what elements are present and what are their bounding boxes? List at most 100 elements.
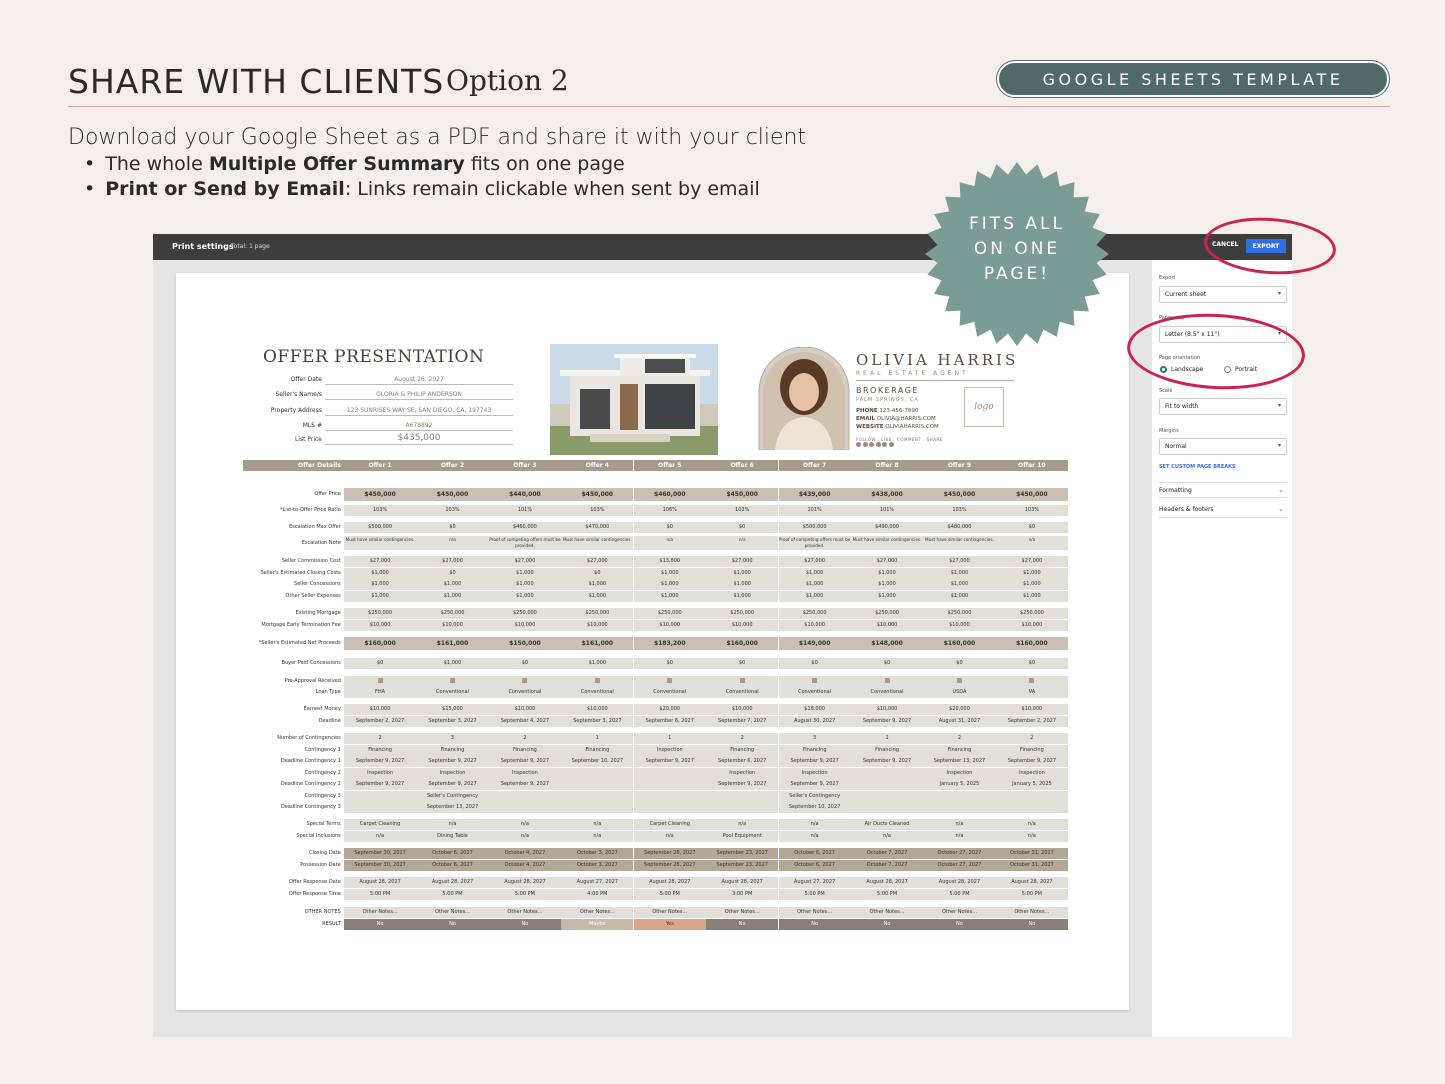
bullet-two: • Print or Send by Email: Links remain cl… — [84, 178, 760, 200]
table-cell: Conventional — [416, 687, 489, 698]
table-cell: $10,000 — [706, 620, 779, 631]
website-label: WEBSITE — [856, 424, 884, 430]
email-value[interactable]: OLIVIA@HARRIS.COM — [877, 416, 936, 422]
row-label: Contingency 3 — [304, 793, 341, 799]
table-cell: $250,000 — [706, 608, 779, 619]
table-cell: $1,000 — [416, 579, 489, 590]
table-cell: $150,000 — [488, 637, 562, 650]
phone-value: 123-456-7890 — [879, 408, 919, 414]
checkbox-checked-icon[interactable] — [812, 678, 818, 683]
headers-footers-section[interactable]: Headers & footers ⌄ — [1159, 502, 1287, 518]
table-cell: Seller's Contingency — [416, 791, 489, 802]
checkbox-checked-icon[interactable] — [450, 678, 455, 683]
table-cell: $161,000 — [561, 637, 634, 650]
table-cell — [706, 791, 779, 802]
table-cell: January 5, 2025 — [923, 779, 996, 790]
table-cell: $27,000 — [778, 556, 851, 567]
table-cell: $1,000 — [416, 658, 489, 669]
table-cell: $450,000 — [995, 488, 1068, 501]
table-cell: $450,000 — [923, 488, 996, 501]
table-cell: Other Notes... — [923, 907, 996, 918]
table-cell: Inspection — [416, 768, 489, 779]
checkbox-checked-icon[interactable] — [667, 678, 673, 683]
table-cell: $160,000 — [343, 637, 417, 650]
twitter-icon[interactable] — [869, 442, 874, 447]
table-cell: No — [995, 919, 1068, 930]
youtube-icon[interactable] — [882, 442, 887, 447]
table-cell: $13,800 — [633, 556, 706, 567]
table-cell: October 4, 2027 — [488, 848, 562, 859]
table-cell: $480,000 — [923, 522, 996, 533]
table-cell: No — [778, 919, 851, 930]
pinterest-icon[interactable] — [888, 442, 894, 447]
table-cell: VA — [995, 687, 1068, 698]
table-cell: Carpet Cleaning — [343, 819, 417, 830]
table-cell: $10,000 — [995, 704, 1068, 715]
table-cell: October 3, 2027 — [561, 860, 634, 871]
table-cell — [488, 676, 562, 687]
linkedin-icon[interactable] — [875, 442, 881, 447]
row-label: Other Seller Expenses — [285, 593, 341, 599]
row-label: *List-to-Offer Price Ratio — [279, 507, 341, 513]
offer-column-header: Offer 9 — [923, 460, 996, 471]
table-cell: September 28, 2027 — [633, 860, 706, 871]
checkbox-checked-icon[interactable] — [739, 678, 745, 683]
checkbox-checked-icon[interactable] — [594, 678, 600, 683]
table-cell: September 9, 2027 — [778, 756, 851, 767]
table-cell — [706, 676, 779, 687]
table-cell: October 6, 2027 — [778, 848, 851, 859]
instagram-icon[interactable] — [862, 442, 868, 447]
table-row: Loan Type FHA Conventional Conventional Conv… — [243, 687, 1068, 698]
bullet-one: • The whole Multiple Offer Summary fits o… — [84, 153, 625, 175]
formatting-section[interactable]: Formatting ⌄ — [1159, 482, 1287, 498]
export-select[interactable]: Current sheet — [1159, 286, 1287, 303]
offer-column-header: Offer 10 — [995, 460, 1068, 471]
checkbox-checked-icon[interactable] — [956, 678, 962, 683]
formatting-label: Formatting — [1159, 487, 1192, 494]
row-label: Contingency 1 — [304, 747, 341, 753]
table-cell: $10,000 — [850, 620, 924, 631]
table-cell — [923, 802, 996, 813]
table-cell: October 6, 2027 — [416, 848, 489, 859]
table-cell: Other Notes... — [343, 907, 417, 918]
table-cell: $27,000 — [706, 556, 779, 567]
facebook-icon[interactable] — [856, 442, 861, 447]
scale-select[interactable]: Fit to width — [1159, 398, 1287, 415]
table-row: Pre-Approval Received — [243, 676, 1068, 687]
checkbox-checked-icon[interactable] — [1029, 678, 1035, 683]
table-cell: September 13, 2027 — [923, 756, 996, 767]
table-row: Deadline September 2, 2027 September 3, 20… — [243, 716, 1068, 727]
checkbox-checked-icon[interactable] — [377, 678, 383, 683]
table-cell: $250,000 — [488, 608, 562, 619]
row-label: Deadline Contingency 3 — [280, 804, 341, 810]
offer-presentation-title: OFFER PRESENTATION — [263, 347, 485, 367]
table-cell: September 28, 2027 — [633, 848, 706, 859]
table-cell: September 7, 2027 — [706, 716, 779, 727]
table-row: Escalation Note Must have similar conting… — [243, 536, 1068, 550]
offer-column-header: Offer 3 — [488, 460, 562, 471]
field-value: GLORIA & PHILIP ANDERSON — [325, 391, 513, 400]
table-cell: August 28, 2027 — [850, 877, 924, 888]
agent-email: EMAIL OLIVIA@HARRIS.COM — [856, 416, 936, 422]
row-label: *Seller's Estimated Net Proceeds — [258, 640, 341, 646]
table-cell — [561, 768, 634, 779]
stamp-line-3: PAGE! — [983, 264, 1051, 284]
table-cell: September 2, 2027 — [343, 716, 417, 727]
checkbox-checked-icon[interactable] — [522, 678, 528, 683]
table-cell: September 9, 2027 — [633, 756, 706, 767]
table-cell: September 6, 2027 — [633, 716, 706, 727]
table-cell: 5:00 PM — [343, 889, 417, 900]
table-cell: $1,000 — [850, 591, 924, 602]
table-cell: $1,000 — [706, 579, 779, 590]
custom-page-breaks-link[interactable]: SET CUSTOM PAGE BREAKS — [1159, 464, 1236, 470]
field-value: $435,000 — [325, 433, 513, 445]
table-cell: October 6, 2027 — [778, 860, 851, 871]
page-headline: SHARE WITH CLIENTS — [68, 62, 445, 101]
row-label: Contingency 2 — [304, 770, 341, 776]
table-cell: $27,000 — [850, 556, 924, 567]
table-cell: 4:00 PM — [561, 889, 634, 900]
checkbox-checked-icon[interactable] — [884, 678, 890, 683]
margins-select[interactable]: Normal — [1159, 438, 1287, 455]
website-value[interactable]: OLIVIAHARRIS.COM — [885, 424, 938, 430]
bullet-two-post: : Links remain clickable when sent by em… — [344, 178, 760, 200]
